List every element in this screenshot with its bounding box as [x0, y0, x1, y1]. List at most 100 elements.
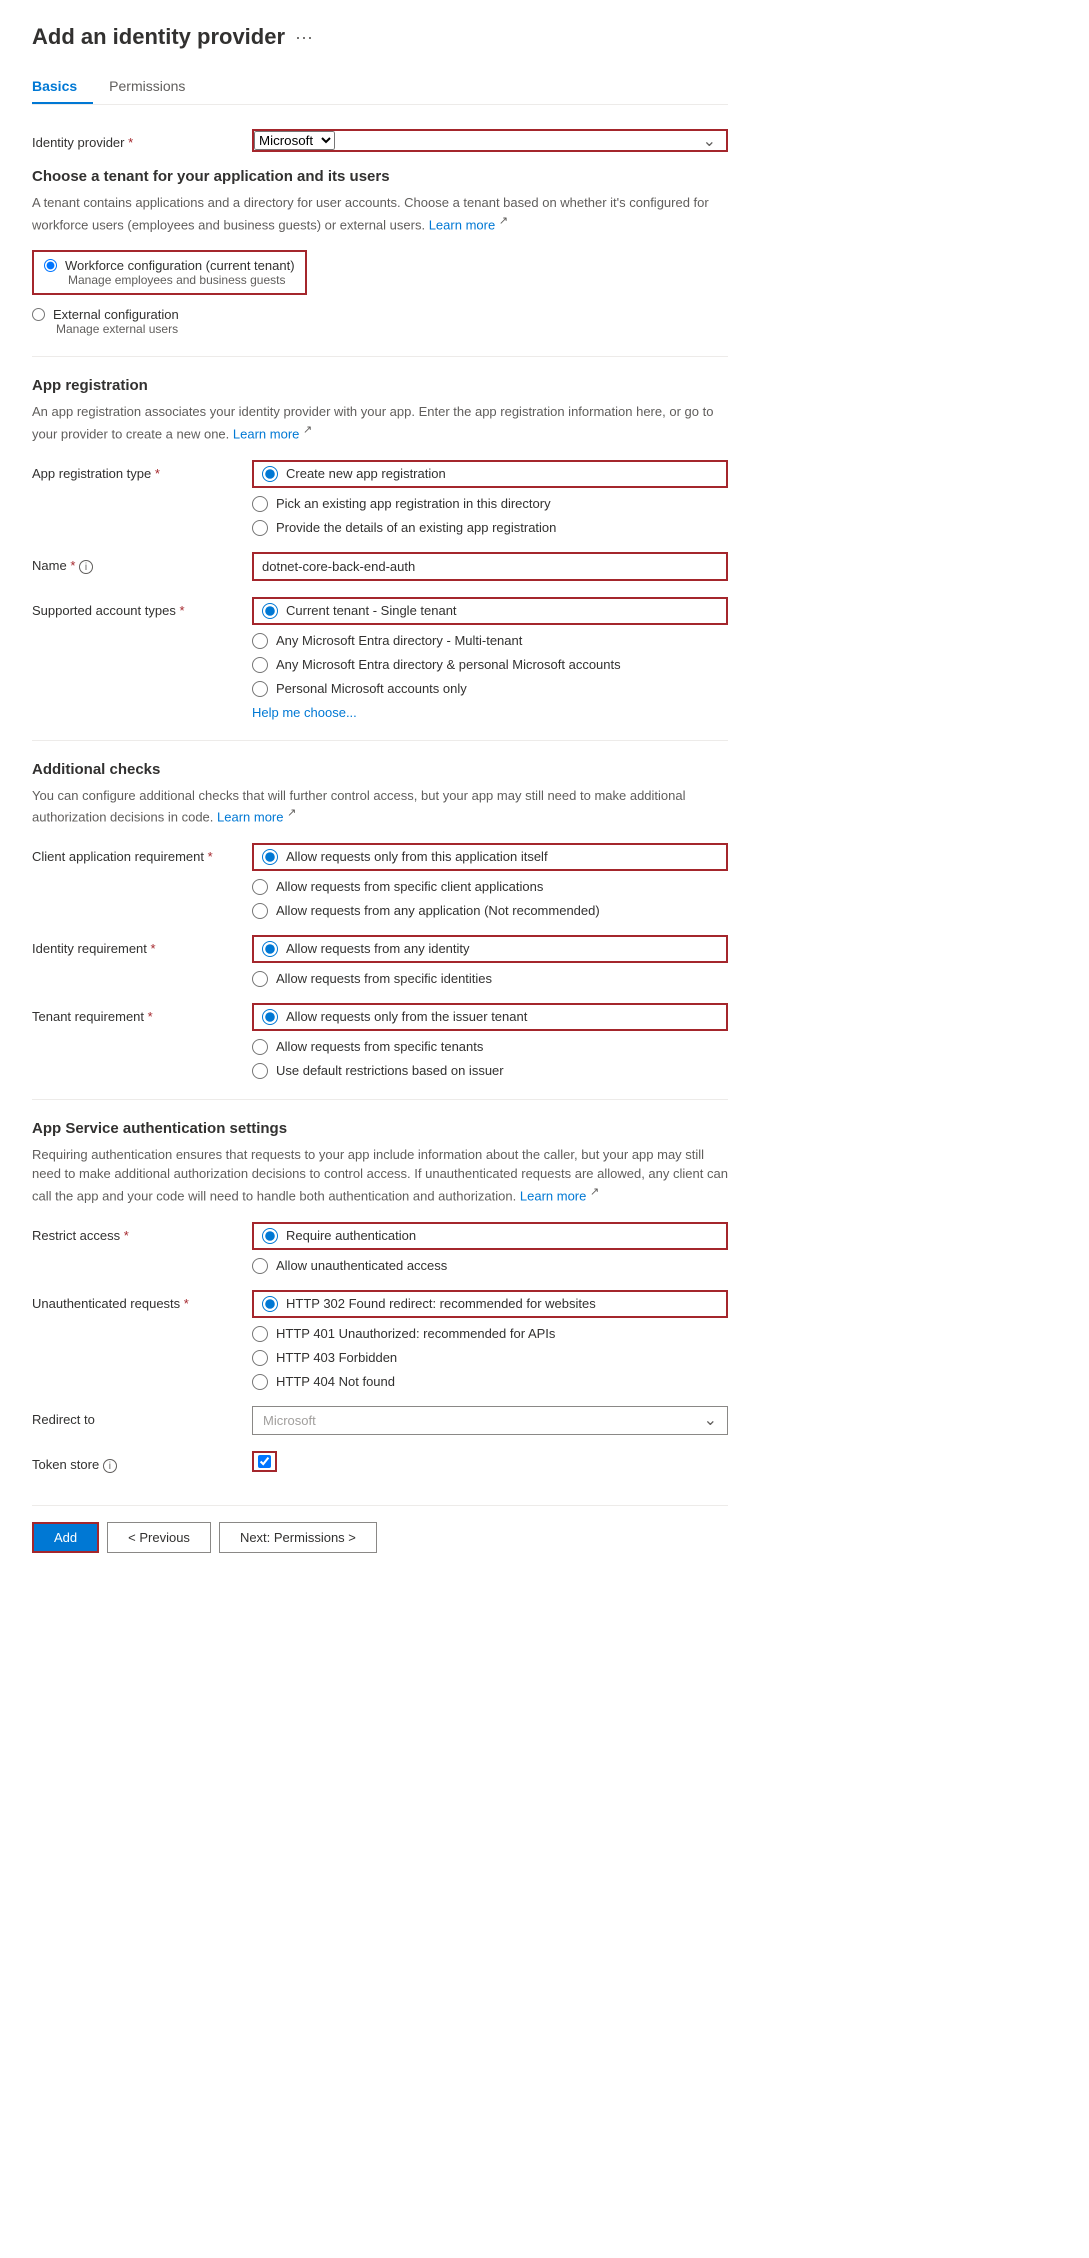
tenant-section-desc: A tenant contains applications and a dir…: [32, 193, 728, 234]
provide-details-label: Provide the details of an existing app r…: [276, 520, 556, 535]
app-reg-type-group: Create new app registration Pick an exis…: [252, 460, 728, 536]
multi-tenant-radio[interactable]: [252, 633, 268, 649]
specific-tenants-option: Allow requests from specific tenants: [252, 1039, 728, 1055]
workforce-option-label: Workforce configuration (current tenant): [44, 258, 295, 273]
footer-buttons: Add < Previous Next: Permissions >: [32, 1505, 728, 1553]
tab-basics[interactable]: Basics: [32, 70, 93, 104]
token-store-label: Token store i: [32, 1451, 252, 1474]
tenant-learn-more-link[interactable]: Learn more: [429, 217, 495, 232]
http302-label: HTTP 302 Found redirect: recommended for…: [286, 1296, 596, 1311]
issuer-tenant-radio[interactable]: [262, 1009, 278, 1025]
identity-req-group: Allow requests from any identity Allow r…: [252, 935, 728, 987]
any-identity-radio[interactable]: [262, 941, 278, 957]
specific-clients-radio[interactable]: [252, 879, 268, 895]
name-row: Name * i: [32, 552, 728, 581]
help-me-choose-link[interactable]: Help me choose...: [252, 705, 728, 720]
allow-unauth-option: Allow unauthenticated access: [252, 1258, 728, 1274]
identity-provider-select[interactable]: Microsoft Facebook Google Twitter: [254, 131, 335, 150]
http302-radio[interactable]: [262, 1296, 278, 1312]
default-restrictions-radio[interactable]: [252, 1063, 268, 1079]
tenant-req-control: Allow requests only from the issuer tena…: [252, 1003, 728, 1079]
name-info-icon[interactable]: i: [79, 560, 93, 574]
http401-label: HTTP 401 Unauthorized: recommended for A…: [276, 1326, 555, 1341]
multi-tenant-personal-radio[interactable]: [252, 657, 268, 673]
pick-existing-option: Pick an existing app registration in thi…: [252, 496, 728, 512]
additional-checks-section: Additional checks You can configure addi…: [32, 761, 728, 1079]
account-types-group: Current tenant - Single tenant Any Micro…: [252, 597, 728, 720]
name-control: [252, 552, 728, 581]
multi-tenant-personal-label: Any Microsoft Entra directory & personal…: [276, 657, 621, 672]
issuer-tenant-option: Allow requests only from the issuer tena…: [252, 1003, 728, 1031]
multi-tenant-option: Any Microsoft Entra directory - Multi-te…: [252, 633, 728, 649]
page-title-ellipsis: ···: [295, 27, 313, 48]
token-store-row: Token store i: [32, 1451, 728, 1474]
any-app-radio[interactable]: [252, 903, 268, 919]
allow-unauth-label: Allow unauthenticated access: [276, 1258, 447, 1273]
redirect-to-label: Redirect to: [32, 1406, 252, 1427]
default-restrictions-option: Use default restrictions based on issuer: [252, 1063, 728, 1079]
token-store-checkbox[interactable]: [258, 1455, 271, 1468]
identity-req-row: Identity requirement * Allow requests fr…: [32, 935, 728, 987]
current-tenant-radio[interactable]: [262, 603, 278, 619]
tenant-section-title: Choose a tenant for your application and…: [32, 168, 728, 185]
unauth-requests-label: Unauthenticated requests *: [32, 1290, 252, 1311]
redirect-to-select[interactable]: Microsoft: [253, 1407, 727, 1434]
app-registration-desc: An app registration associates your iden…: [32, 402, 728, 443]
http403-option: HTTP 403 Forbidden: [252, 1350, 728, 1366]
pick-existing-radio[interactable]: [252, 496, 268, 512]
specific-identities-option: Allow requests from specific identities: [252, 971, 728, 987]
any-app-label: Allow requests from any application (Not…: [276, 903, 600, 918]
app-reg-type-label: App registration type *: [32, 460, 252, 481]
require-auth-option: Require authentication: [252, 1222, 728, 1250]
provide-details-radio[interactable]: [252, 520, 268, 536]
identity-req-control: Allow requests from any identity Allow r…: [252, 935, 728, 987]
app-registration-title: App registration: [32, 377, 728, 394]
add-button[interactable]: Add: [32, 1522, 99, 1553]
external-link-icon: ↗: [499, 215, 508, 227]
external-radio[interactable]: [32, 308, 45, 321]
workforce-radio[interactable]: [44, 259, 57, 272]
restrict-access-row: Restrict access * Require authentication…: [32, 1222, 728, 1274]
specific-clients-label: Allow requests from specific client appl…: [276, 879, 543, 894]
http403-label: HTTP 403 Forbidden: [276, 1350, 397, 1365]
identity-provider-row: Identity provider * Microsoft Facebook G…: [32, 129, 728, 152]
only-this-app-radio[interactable]: [262, 849, 278, 865]
token-store-info-icon[interactable]: i: [103, 1459, 117, 1473]
http401-radio[interactable]: [252, 1326, 268, 1342]
any-identity-label: Allow requests from any identity: [286, 941, 470, 956]
next-button[interactable]: Next: Permissions >: [219, 1522, 377, 1553]
app-reg-learn-more-link[interactable]: Learn more: [233, 426, 299, 441]
personal-only-radio[interactable]: [252, 681, 268, 697]
external-option-label: External configuration: [32, 307, 728, 322]
default-restrictions-label: Use default restrictions based on issuer: [276, 1063, 504, 1078]
specific-identities-radio[interactable]: [252, 971, 268, 987]
allow-unauth-radio[interactable]: [252, 1258, 268, 1274]
page-title: Add an identity provider ···: [32, 24, 728, 50]
http403-radio[interactable]: [252, 1350, 268, 1366]
additional-checks-learn-more-link[interactable]: Learn more: [217, 809, 283, 824]
create-new-label: Create new app registration: [286, 466, 446, 481]
account-types-control: Current tenant - Single tenant Any Micro…: [252, 597, 728, 720]
specific-tenants-radio[interactable]: [252, 1039, 268, 1055]
pick-existing-label: Pick an existing app registration in thi…: [276, 496, 551, 511]
app-service-learn-more-link[interactable]: Learn more: [520, 1188, 586, 1203]
require-auth-radio[interactable]: [262, 1228, 278, 1244]
tab-permissions[interactable]: Permissions: [109, 70, 201, 104]
name-input[interactable]: [252, 552, 728, 581]
unauth-requests-row: Unauthenticated requests * HTTP 302 Foun…: [32, 1290, 728, 1390]
identity-provider-select-wrapper: Microsoft Facebook Google Twitter: [252, 129, 728, 152]
http404-label: HTTP 404 Not found: [276, 1374, 395, 1389]
specific-clients-option: Allow requests from specific client appl…: [252, 879, 728, 895]
tenant-req-label: Tenant requirement *: [32, 1003, 252, 1024]
http404-radio[interactable]: [252, 1374, 268, 1390]
restrict-access-control: Require authentication Allow unauthentic…: [252, 1222, 728, 1274]
create-new-radio[interactable]: [262, 466, 278, 482]
client-app-req-row: Client application requirement * Allow r…: [32, 843, 728, 919]
previous-button[interactable]: < Previous: [107, 1522, 211, 1553]
divider-1: [32, 356, 728, 357]
tenant-req-row: Tenant requirement * Allow requests only…: [32, 1003, 728, 1079]
additional-checks-desc: You can configure additional checks that…: [32, 786, 728, 827]
tab-bar: Basics Permissions: [32, 70, 728, 105]
app-reg-type-row: App registration type * Create new app r…: [32, 460, 728, 536]
external-sublabel: Manage external users: [56, 322, 728, 336]
